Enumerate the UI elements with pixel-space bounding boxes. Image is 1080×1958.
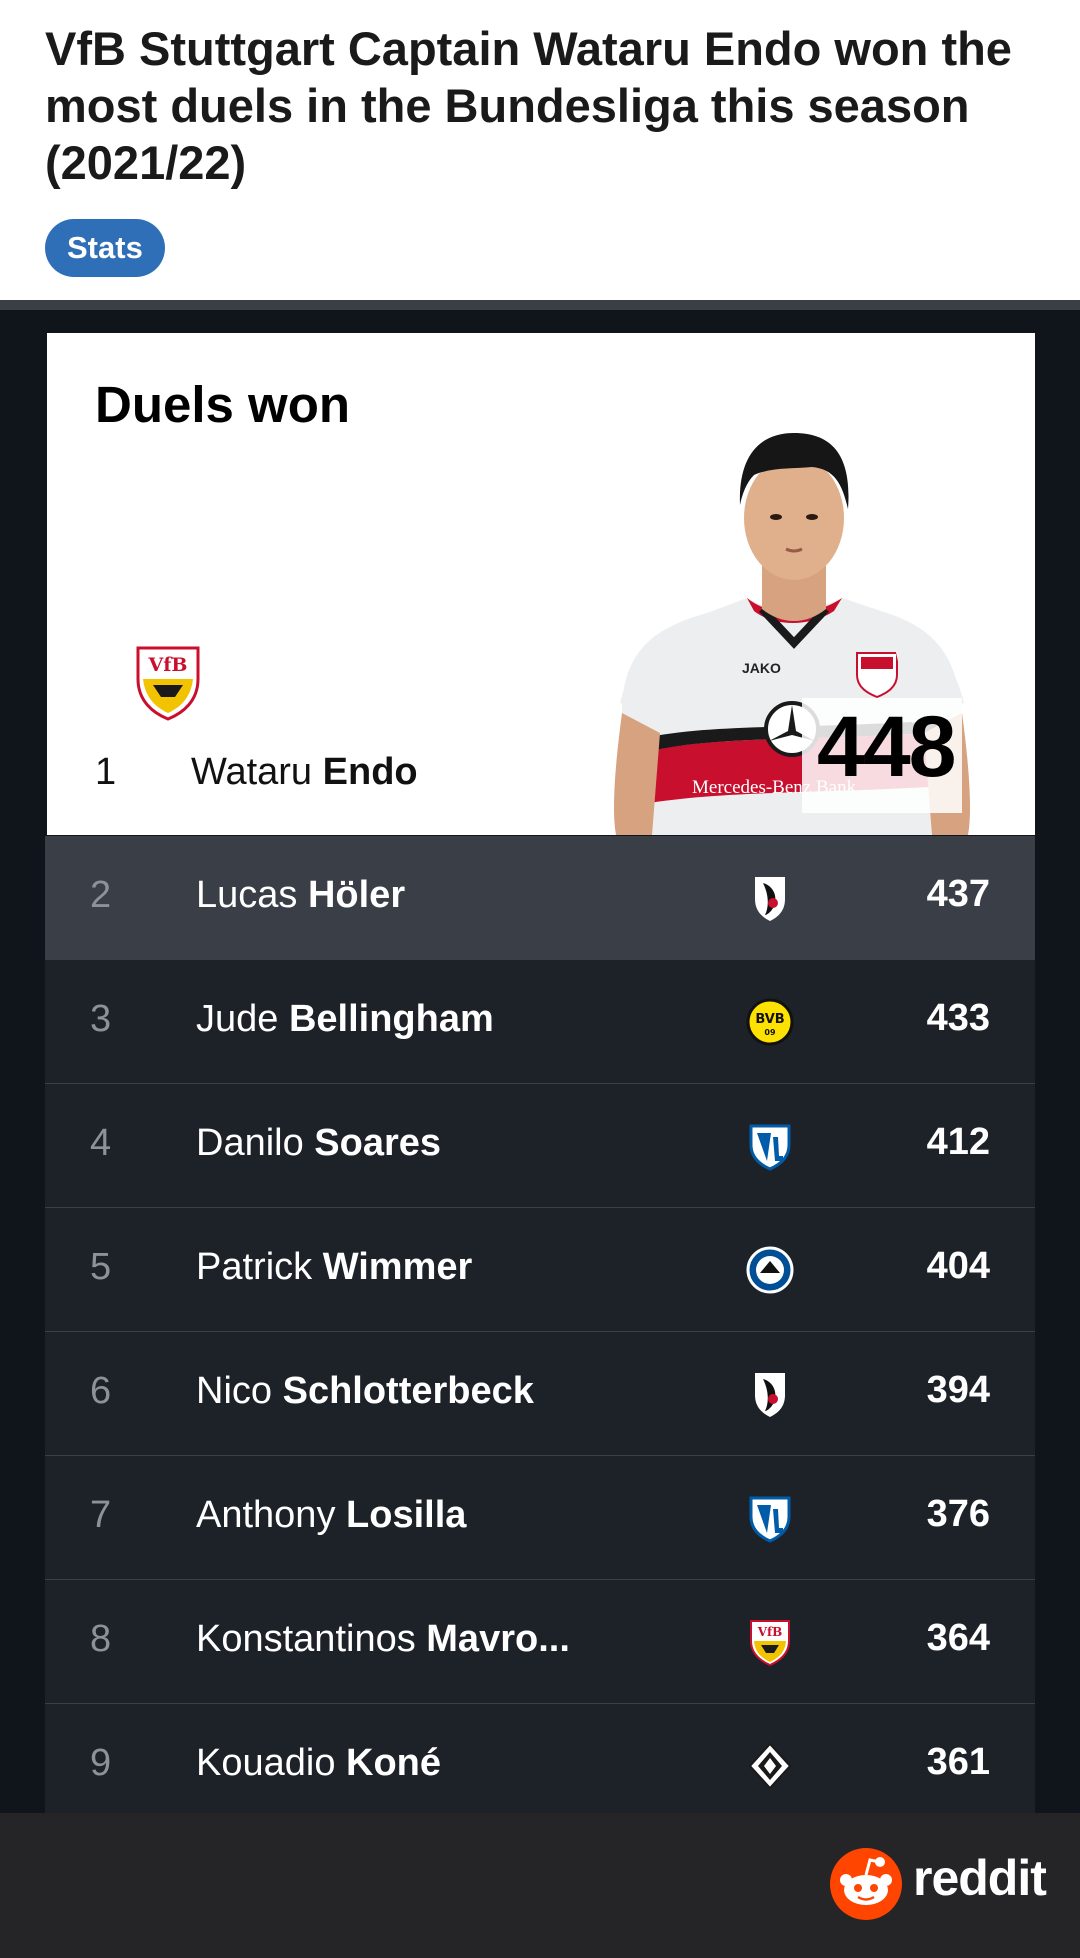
- row-last-name: Koné: [346, 1742, 442, 1784]
- svg-text:09: 09: [764, 1028, 776, 1037]
- row-first-name: Nico: [196, 1370, 273, 1412]
- row-rank: 7: [90, 1494, 112, 1536]
- vfl-bochum-crest-icon: [749, 1124, 791, 1171]
- leader-name: Wataru Endo: [191, 751, 418, 794]
- gladbach-crest-icon: [748, 1742, 792, 1790]
- row-value: 412: [926, 1121, 990, 1163]
- leader-first-name: Wataru: [191, 751, 313, 793]
- ranking-row[interactable]: 4 Danilo Soares 412: [45, 1084, 1035, 1208]
- row-value: 437: [926, 873, 990, 915]
- row-player-name: Anthony Losilla: [196, 1494, 466, 1537]
- row-player-name: Jude Bellingham: [196, 998, 494, 1041]
- post-title[interactable]: VfB Stuttgart Captain Wataru Endo won th…: [45, 20, 1045, 191]
- row-rank: 2: [90, 874, 112, 916]
- svg-text:JAKO: JAKO: [742, 660, 781, 676]
- leader-last-name: Endo: [322, 751, 418, 793]
- leader-rank: 1: [95, 751, 117, 793]
- ranking-row[interactable]: 5 Patrick Wimmer 404: [45, 1208, 1035, 1332]
- row-player-name: Patrick Wimmer: [196, 1246, 472, 1289]
- row-rank: 5: [90, 1246, 112, 1288]
- svg-text:VfB: VfB: [148, 654, 188, 676]
- row-first-name: Jude: [196, 998, 279, 1040]
- row-first-name: Konstantinos: [196, 1618, 416, 1660]
- row-player-name: Nico Schlotterbeck: [196, 1370, 534, 1413]
- row-player-name: Lucas Höler: [196, 874, 405, 917]
- svg-text:BVB: BVB: [755, 1012, 784, 1027]
- header-divider: [0, 300, 1080, 310]
- leader-card: Duels won VfB 1 Wataru Endo JAKO Mercede: [47, 333, 1035, 835]
- row-first-name: Danilo: [196, 1122, 304, 1164]
- row-first-name: Patrick: [196, 1246, 313, 1288]
- row-last-name: Höler: [307, 874, 406, 916]
- row-rank: 8: [90, 1618, 112, 1660]
- row-first-name: Lucas: [196, 874, 298, 916]
- sc-freiburg-crest-icon: [755, 1373, 785, 1417]
- post-header: VfB Stuttgart Captain Wataru Endo won th…: [0, 0, 1080, 300]
- stat-title: Duels won: [95, 376, 351, 433]
- ranking-row[interactable]: 9 Kouadio Koné 361: [45, 1704, 1035, 1828]
- row-value: 404: [926, 1245, 990, 1287]
- row-rank: 6: [90, 1370, 112, 1412]
- reddit-footer-bar: reddit: [0, 1813, 1080, 1958]
- row-value: 376: [926, 1493, 990, 1535]
- row-first-name: Kouadio: [196, 1742, 336, 1784]
- row-value: 364: [926, 1617, 990, 1659]
- leader-value: 448: [817, 699, 956, 795]
- vfb-stuttgart-crest-icon: VfB: [750, 1620, 790, 1667]
- vfl-bochum-crest-icon: [749, 1496, 791, 1543]
- vfb-stuttgart-crest-icon: VfB: [136, 646, 200, 721]
- ranking-row[interactable]: 3 Jude Bellingham BVB 09 433: [45, 960, 1035, 1084]
- post-flair-badge[interactable]: Stats: [45, 219, 165, 277]
- row-first-name: Anthony: [196, 1494, 336, 1536]
- row-last-name: Schlotterbeck: [282, 1370, 534, 1412]
- sc-freiburg-crest-icon: [755, 877, 785, 921]
- ranking-list: 2 Lucas Höler 437 3 Jude Bellingham BVB …: [45, 836, 1035, 1828]
- row-player-name: Danilo Soares: [196, 1122, 441, 1165]
- post-image[interactable]: Duels won VfB 1 Wataru Endo JAKO Mercede: [0, 310, 1080, 1828]
- bvb-crest-icon: BVB 09: [746, 998, 794, 1046]
- row-rank: 4: [90, 1122, 112, 1164]
- ranking-row[interactable]: 8 Konstantinos Mavro... VfB 364: [45, 1580, 1035, 1704]
- ranking-row[interactable]: 6 Nico Schlotterbeck 394: [45, 1332, 1035, 1456]
- row-value: 361: [926, 1741, 990, 1783]
- row-rank: 9: [90, 1742, 112, 1784]
- svg-text:VfB: VfB: [757, 1625, 783, 1639]
- row-last-name: Wimmer: [322, 1246, 473, 1288]
- row-value: 433: [926, 997, 990, 1039]
- reddit-wordmark[interactable]: reddit: [913, 1849, 1047, 1907]
- row-rank: 3: [90, 998, 112, 1040]
- row-last-name: Soares: [314, 1122, 442, 1164]
- row-last-name: Losilla: [346, 1494, 467, 1536]
- arminia-bielefeld-crest-icon: [746, 1246, 794, 1294]
- row-player-name: Konstantinos Mavro...: [196, 1618, 570, 1661]
- reddit-logo-icon[interactable]: [830, 1848, 902, 1920]
- row-last-name: Mavro...: [426, 1618, 570, 1660]
- ranking-row[interactable]: 7 Anthony Losilla 376: [45, 1456, 1035, 1580]
- row-value: 394: [926, 1369, 990, 1411]
- row-last-name: Bellingham: [288, 998, 494, 1040]
- ranking-row[interactable]: 2 Lucas Höler 437: [45, 836, 1035, 960]
- row-player-name: Kouadio Koné: [196, 1742, 441, 1785]
